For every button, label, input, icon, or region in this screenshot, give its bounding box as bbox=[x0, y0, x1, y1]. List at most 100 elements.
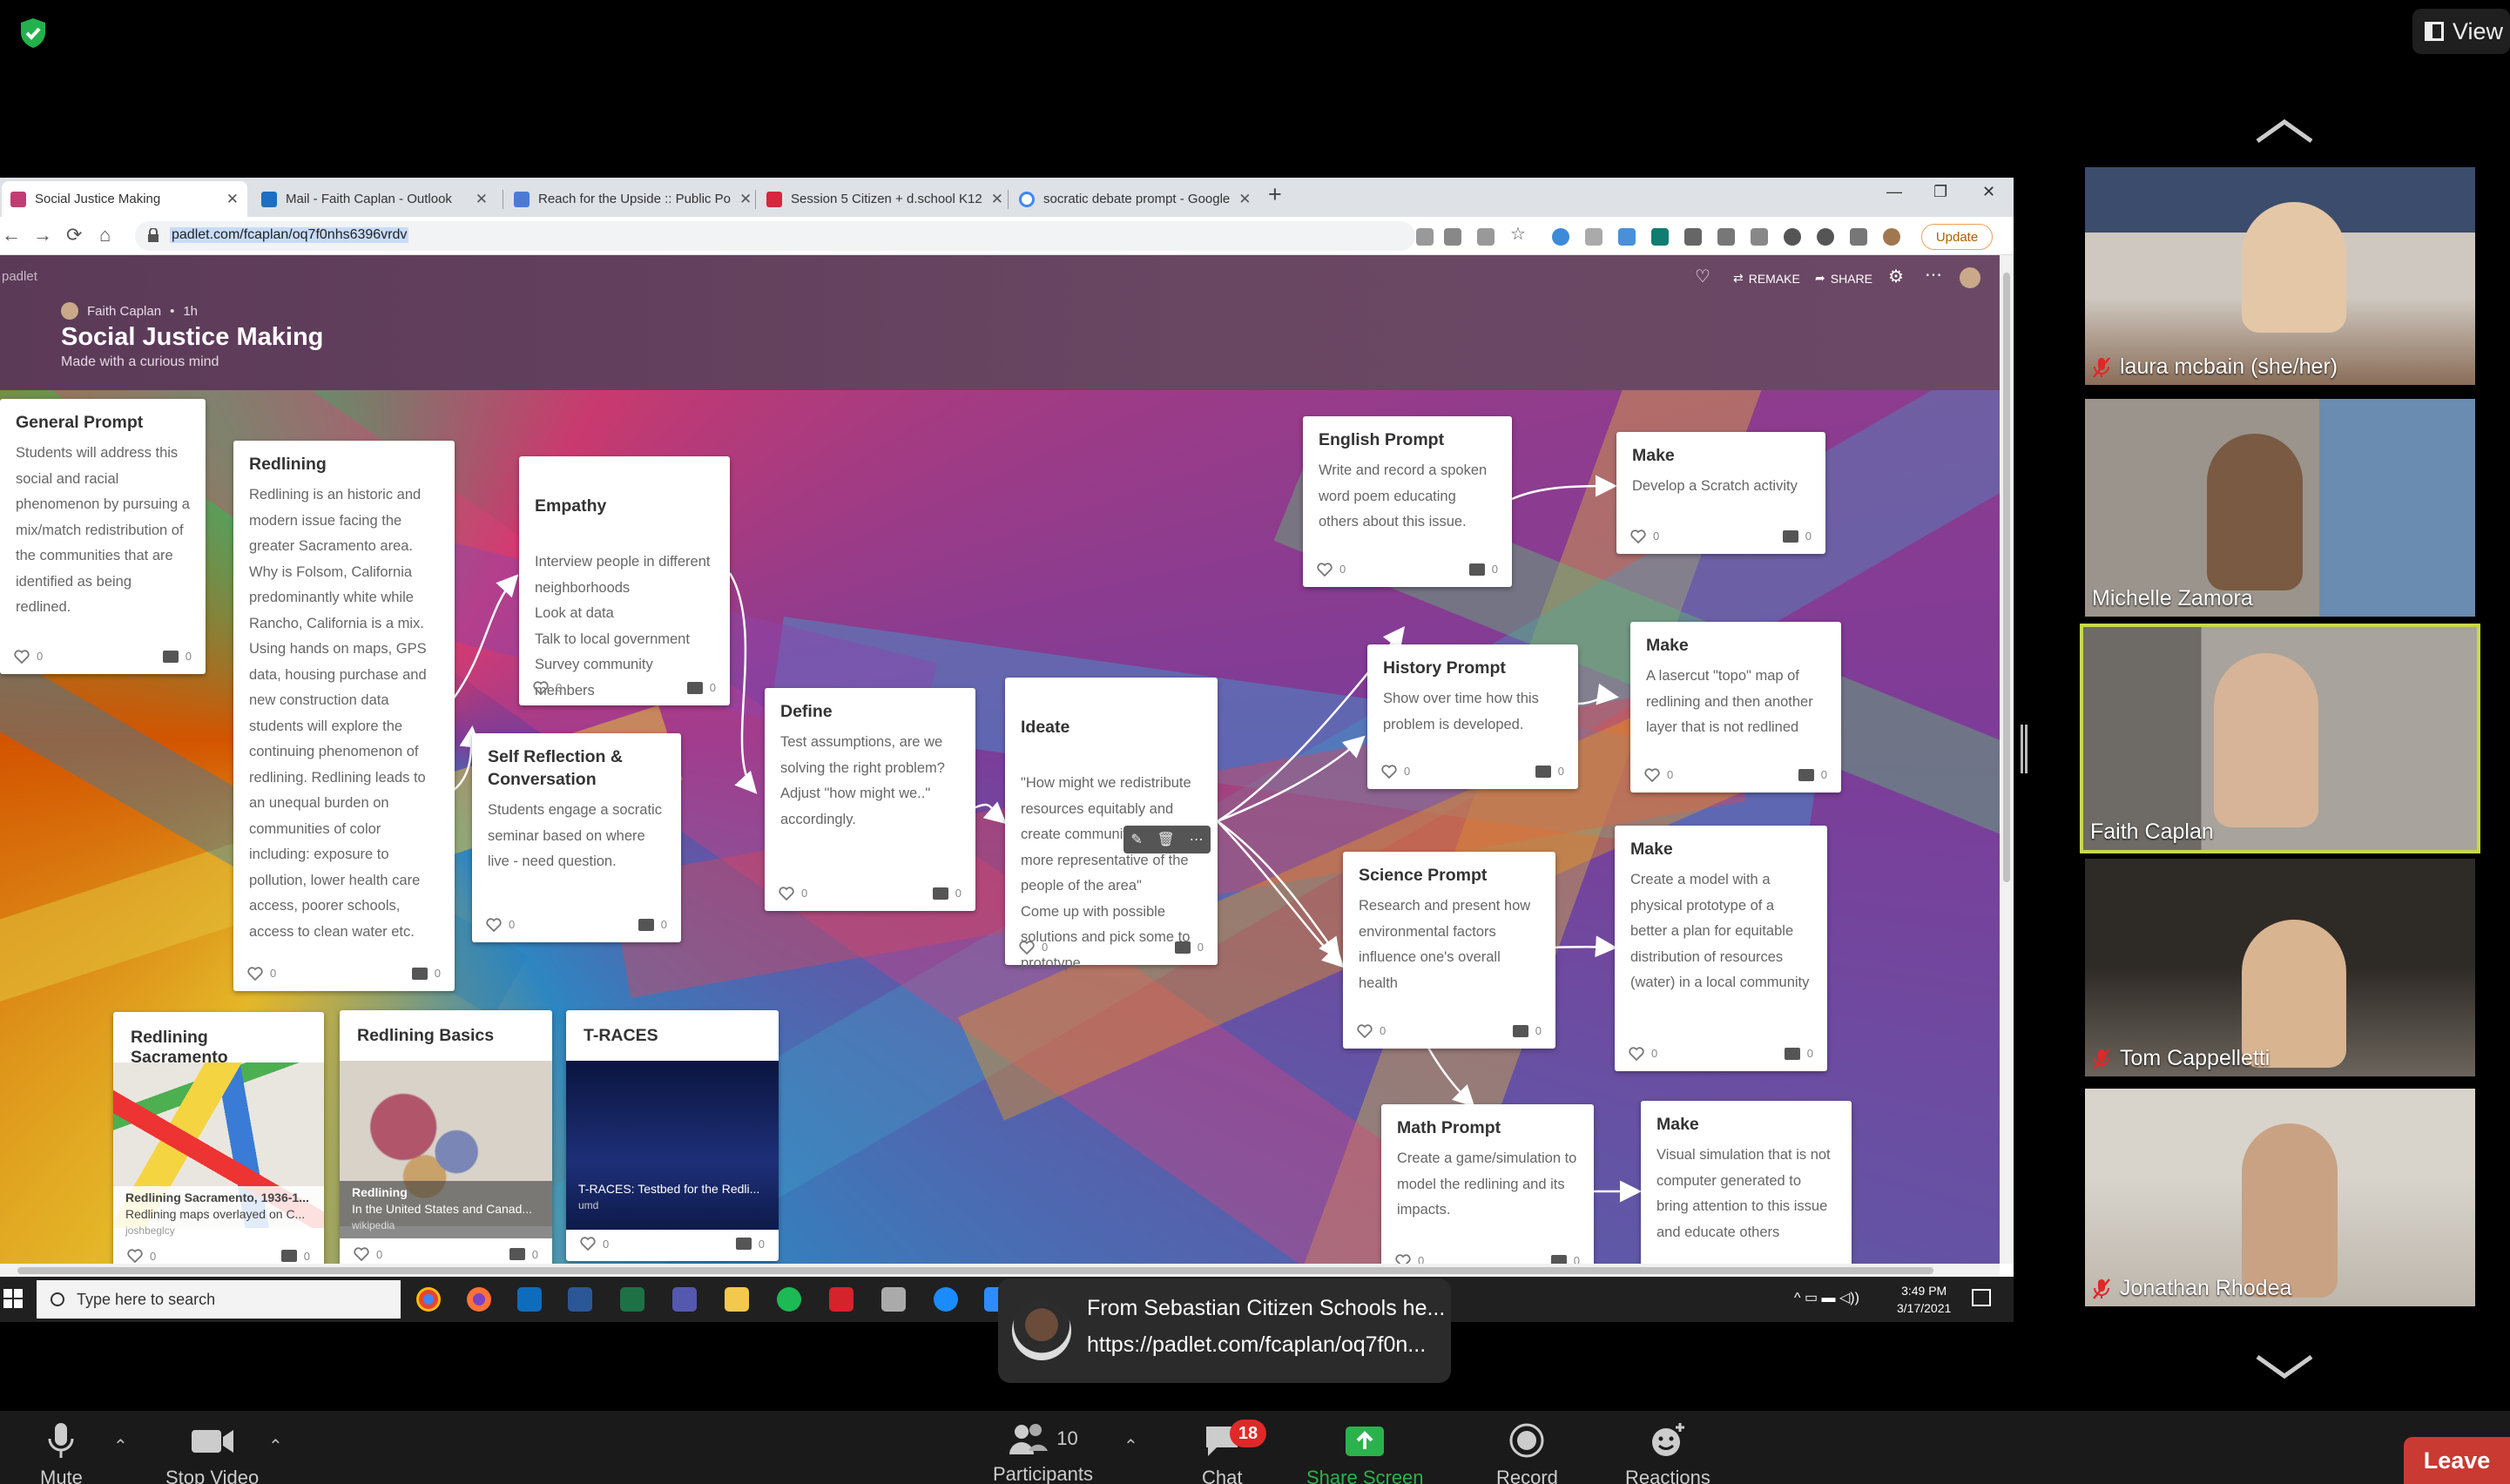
tab-session-5-citizen[interactable]: Session 5 Citizen + d.school K12 ✕ bbox=[758, 181, 1005, 217]
close-tab-icon[interactable]: ✕ bbox=[476, 191, 488, 208]
comment-button[interactable]: 0 bbox=[1468, 556, 1498, 583]
like-button[interactable]: 0 bbox=[1630, 523, 1659, 550]
user-avatar[interactable] bbox=[1960, 267, 1980, 288]
like-button[interactable]: 0 bbox=[1357, 1018, 1386, 1044]
comment-button[interactable]: 0 bbox=[280, 1250, 310, 1263]
scroll-thumb[interactable] bbox=[17, 1267, 1933, 1274]
close-tab-icon[interactable]: ✕ bbox=[739, 191, 752, 208]
gallery-down-chevron-icon[interactable] bbox=[2254, 1353, 2315, 1379]
post-card-self-reflection[interactable]: Self Reflection & Conversation Students … bbox=[472, 733, 681, 942]
mute-button[interactable]: Mute bbox=[40, 1421, 83, 1484]
like-button[interactable]: 0 bbox=[1317, 556, 1346, 583]
post-card-science-prompt[interactable]: Science Prompt Research and present how … bbox=[1343, 852, 1555, 1049]
screenshot-icon[interactable] bbox=[1444, 228, 1461, 246]
chat-app-icon[interactable] bbox=[934, 1287, 958, 1312]
participants-options-chevron-icon[interactable]: ⌃ bbox=[1123, 1435, 1138, 1457]
comment-button[interactable]: 0 bbox=[932, 880, 961, 907]
leave-button[interactable]: Leave bbox=[2404, 1437, 2510, 1484]
forward-arrow-icon[interactable]: → bbox=[33, 224, 52, 246]
like-button[interactable]: 0 bbox=[1644, 762, 1673, 788]
video-tile-tom-cappelletti[interactable]: Tom Cappelletti bbox=[2085, 859, 2475, 1076]
post-card-redlining[interactable]: Redlining Redlining is an historic and m… bbox=[233, 441, 455, 991]
link-card-t-races[interactable]: T-RACES T-RACES: Testbed for the Redli..… bbox=[566, 1010, 779, 1261]
extension-4-icon[interactable] bbox=[1651, 228, 1669, 246]
view-button[interactable]: View bbox=[2412, 9, 2510, 54]
extension-7-icon[interactable] bbox=[1751, 228, 1768, 246]
extension-5-icon[interactable] bbox=[1684, 228, 1702, 246]
extension-9-icon[interactable] bbox=[1817, 228, 1834, 246]
update-button[interactable]: Update bbox=[1921, 224, 1993, 250]
like-button[interactable]: 0 bbox=[486, 912, 515, 938]
delete-trash-icon[interactable]: 🗑 bbox=[1157, 831, 1175, 848]
comment-button[interactable]: 0 bbox=[1174, 934, 1204, 961]
padlet-logo[interactable]: padlet bbox=[2, 269, 37, 284]
participants-button[interactable]: 10 Participants bbox=[993, 1421, 1093, 1484]
audio-options-chevron-icon[interactable]: ⌃ bbox=[113, 1435, 128, 1457]
tab-outlook-mail[interactable]: Mail - Faith Caplan - Outlook ✕ bbox=[253, 181, 496, 217]
video-tile-jonathan-rhodea[interactable]: Jonathan Rhodea bbox=[2085, 1089, 2475, 1306]
extension-6-icon[interactable] bbox=[1717, 228, 1735, 246]
scroll-thumb[interactable] bbox=[2003, 273, 2010, 882]
home-icon[interactable]: ⌂ bbox=[99, 224, 111, 246]
tab-socratic-debate-prompt[interactable]: socratic debate prompt - Google ✕ bbox=[1010, 181, 1258, 217]
gallery-up-chevron-icon[interactable] bbox=[2254, 118, 2315, 145]
post-more-icon[interactable]: ⋯ bbox=[1190, 831, 1204, 848]
video-tile-michelle-zamora[interactable]: Michelle Zamora bbox=[2085, 399, 2475, 617]
stop-video-button[interactable]: Stop Video bbox=[165, 1421, 259, 1484]
reload-icon[interactable]: ⟳ bbox=[66, 224, 82, 246]
excel-icon[interactable] bbox=[620, 1287, 644, 1312]
tab-social-justice-making[interactable]: Social Justice Making ✕ bbox=[2, 181, 247, 217]
remake-button[interactable]: ⇄ REMAKE bbox=[1733, 271, 1800, 286]
more-options-icon[interactable]: ⋯ bbox=[1925, 264, 1942, 286]
firefox-icon[interactable] bbox=[467, 1287, 491, 1312]
taskbar-search-input[interactable]: Type here to search bbox=[37, 1280, 401, 1319]
post-card-make-visual-simulation[interactable]: Make Visual simulation that is not compu… bbox=[1641, 1101, 1852, 1264]
link-card-redlining-basics[interactable]: Redlining Basics Redlining In the United… bbox=[340, 1010, 552, 1264]
like-button[interactable]: 0 bbox=[247, 961, 276, 987]
post-card-ideate[interactable]: Ideate "How might we redistribute resour… bbox=[1005, 678, 1218, 971]
share-screen-button[interactable]: Share Screen bbox=[1306, 1421, 1424, 1484]
like-button[interactable]: 0 bbox=[1381, 759, 1410, 785]
gallery-resize-handle[interactable] bbox=[2021, 725, 2028, 773]
comment-button[interactable]: 0 bbox=[638, 912, 667, 938]
bookmark-star-icon[interactable]: ☆ bbox=[1510, 223, 1528, 244]
post-card-history-prompt[interactable]: History Prompt Show over time how this p… bbox=[1367, 644, 1578, 789]
url-field[interactable]: padlet.com/fcaplan/oq7f0nhs6396vrdv bbox=[135, 221, 1415, 251]
comment-button[interactable]: 0 bbox=[1512, 1018, 1542, 1044]
system-tray-icons[interactable]: ^ ▭ ▬ ◁)) bbox=[1794, 1289, 1859, 1306]
taskbar-clock[interactable]: 3:49 PM 3/17/2021 bbox=[1897, 1282, 1951, 1317]
like-button[interactable]: 0 bbox=[1019, 934, 1048, 961]
windows-start-icon[interactable] bbox=[3, 1289, 23, 1308]
comment-button[interactable]: 0 bbox=[1798, 762, 1827, 788]
share-button[interactable]: ➦ SHARE bbox=[1815, 271, 1872, 286]
like-button[interactable]: 0 bbox=[779, 880, 807, 907]
post-card-make-lasercut[interactable]: Make A lasercut "topo" map of redlining … bbox=[1630, 622, 1841, 793]
extension-1-icon[interactable] bbox=[1552, 228, 1569, 246]
video-tile-faith-caplan-speaking[interactable]: Faith Caplan bbox=[2080, 624, 2480, 853]
video-options-chevron-icon[interactable]: ⌃ bbox=[268, 1435, 283, 1457]
comment-button[interactable]: 0 bbox=[1784, 1041, 1813, 1067]
extension-3-icon[interactable] bbox=[1618, 228, 1636, 246]
extension-8-icon[interactable] bbox=[1784, 228, 1801, 246]
extensions-puzzle-icon[interactable] bbox=[1850, 228, 1867, 246]
like-button[interactable]: 0 bbox=[1629, 1041, 1657, 1067]
minimize-icon[interactable]: — bbox=[1886, 183, 1902, 201]
file-explorer-icon[interactable] bbox=[725, 1287, 749, 1312]
extension-2-icon[interactable] bbox=[1585, 228, 1602, 246]
reactions-button[interactable]: Reactions bbox=[1625, 1421, 1710, 1484]
notifications-icon[interactable] bbox=[1972, 1289, 1991, 1306]
back-arrow-icon[interactable]: ← bbox=[2, 224, 21, 246]
word-icon[interactable] bbox=[568, 1287, 592, 1312]
settings-gear-icon[interactable]: ⚙ bbox=[1888, 266, 1904, 287]
post-card-math-prompt[interactable]: Math Prompt Create a game/simulation to … bbox=[1381, 1104, 1594, 1264]
share-page-icon[interactable] bbox=[1477, 228, 1495, 246]
comment-button[interactable]: 0 bbox=[1535, 759, 1564, 785]
like-button[interactable]: 0 bbox=[354, 1247, 382, 1261]
close-tab-icon[interactable]: ✕ bbox=[991, 191, 1003, 208]
like-button[interactable]: 0 bbox=[14, 644, 43, 670]
teams-icon[interactable] bbox=[672, 1287, 697, 1312]
comment-button[interactable]: 0 bbox=[686, 675, 716, 701]
like-button[interactable]: 0 bbox=[127, 1249, 156, 1263]
acrobat-icon[interactable] bbox=[829, 1287, 854, 1312]
post-card-general-prompt[interactable]: General Prompt Students will address thi… bbox=[0, 399, 206, 674]
